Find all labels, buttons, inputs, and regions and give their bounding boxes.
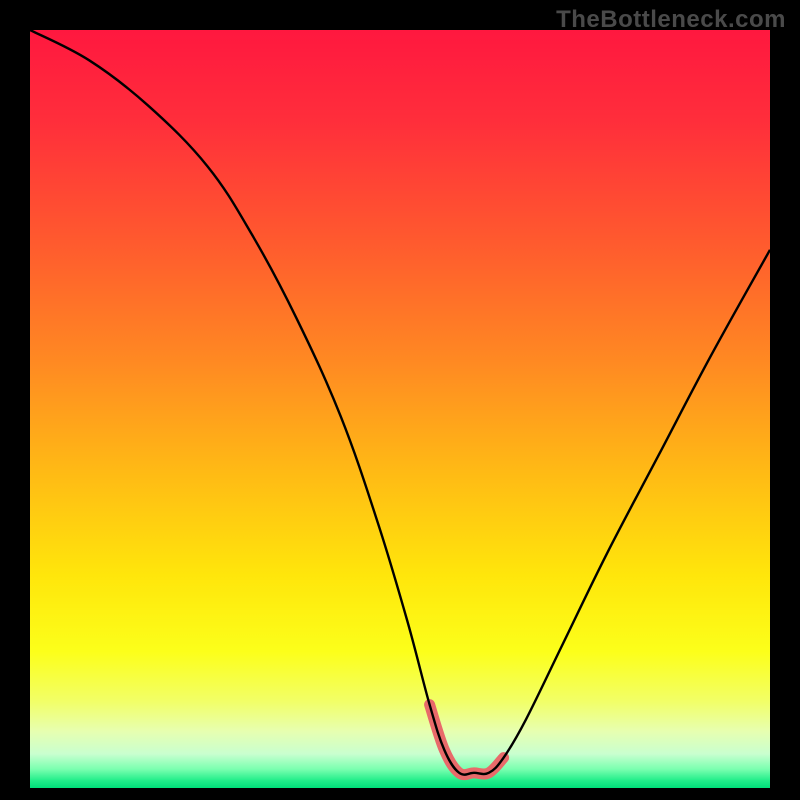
background-rect [30,30,770,788]
bottleneck-chart-svg [30,30,770,788]
chart-frame: TheBottleneck.com [0,0,800,800]
watermark-text: TheBottleneck.com [556,6,786,34]
plot-area [30,30,770,788]
